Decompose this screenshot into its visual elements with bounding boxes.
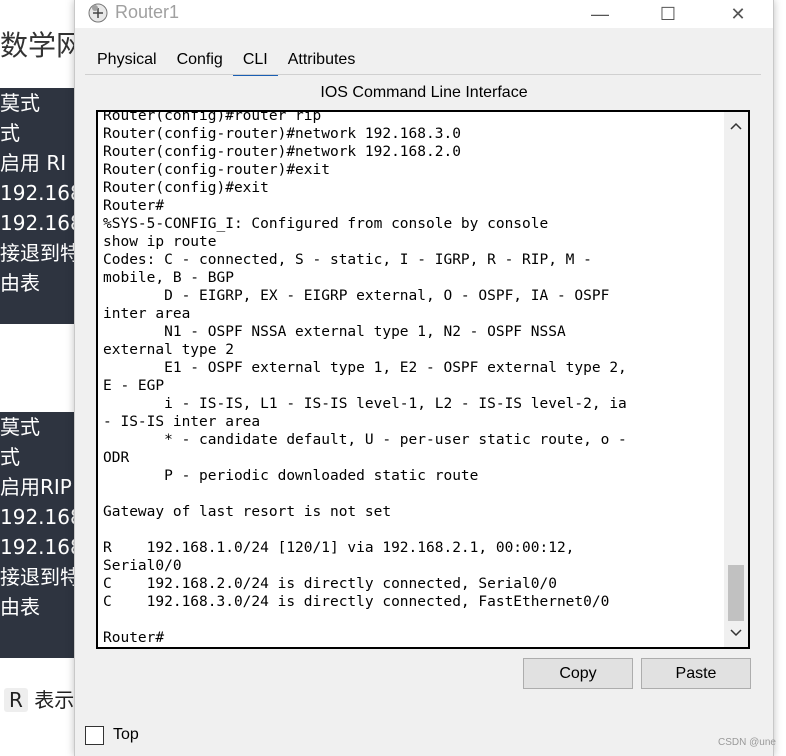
- bg-line: 接退到特: [0, 565, 80, 589]
- terminal-scrollbar[interactable]: [724, 112, 748, 647]
- background-app-edge: [772, 0, 786, 756]
- minimize-icon: —: [591, 3, 609, 24]
- bg-line: 由表: [0, 271, 40, 295]
- copy-button[interactable]: Copy: [523, 658, 633, 689]
- tab-config[interactable]: Config: [166, 46, 233, 74]
- router-window: Router1 — ☐ ✕ Physical Config CLI Attrib…: [74, 0, 774, 756]
- bg-line: 式: [0, 445, 20, 469]
- bg-line: 启用 RI: [0, 151, 67, 175]
- bg-line: 启用RIP: [0, 475, 72, 499]
- bg-line: 接退到特: [0, 241, 80, 265]
- watermark: CSDN @une: [718, 737, 776, 748]
- cli-terminal[interactable]: Router(config)#router rip Router(config-…: [96, 110, 750, 649]
- scroll-up-button[interactable]: [724, 114, 748, 138]
- bg-line: 式: [0, 121, 20, 145]
- tab-cli[interactable]: CLI: [232, 46, 278, 76]
- scroll-down-button[interactable]: [724, 621, 748, 645]
- tab-bar: Physical Config CLI Attributes: [87, 46, 366, 76]
- title-bar[interactable]: Router1 — ☐ ✕: [75, 0, 773, 28]
- background-page-title: 数学网: [0, 29, 85, 62]
- paste-button[interactable]: Paste: [641, 658, 751, 689]
- background-footer: R 表示: [4, 684, 74, 713]
- maximize-button[interactable]: ☐: [645, 0, 691, 28]
- window-title: Router1: [115, 2, 180, 22]
- bg-line: 192.168: [0, 535, 83, 559]
- minimize-button[interactable]: —: [577, 0, 623, 28]
- chevron-down-icon: [730, 629, 742, 637]
- router-app-icon: [88, 3, 108, 23]
- chevron-up-icon: [730, 122, 742, 130]
- bg-line: 由表: [0, 595, 40, 619]
- background-footer-text: 表示: [34, 688, 75, 712]
- tab-physical[interactable]: Physical: [87, 46, 167, 74]
- bg-line: 192.168: [0, 211, 83, 235]
- bg-line: 192.168: [0, 181, 83, 205]
- top-checkbox-label: Top: [113, 726, 139, 743]
- close-button[interactable]: ✕: [715, 0, 761, 28]
- top-checkbox[interactable]: [85, 726, 104, 745]
- bg-line: 莫式: [0, 415, 40, 439]
- tab-attributes[interactable]: Attributes: [277, 46, 366, 74]
- close-icon: ✕: [730, 3, 746, 24]
- route-code-badge: R: [4, 688, 28, 712]
- background-code-block-2: 莫式 式 启用RIP 192.168 192.168 接退到特 由表: [0, 412, 83, 658]
- tab-panel-divider: [85, 74, 761, 75]
- background-code-block-1: 莫式 式 启用 RI 192.168 192.168 接退到特 由表: [0, 88, 83, 324]
- bg-line: 192.168: [0, 505, 83, 529]
- bg-line: 莫式: [0, 91, 40, 115]
- scrollbar-thumb[interactable]: [728, 565, 744, 621]
- cli-output[interactable]: Router(config)#router rip Router(config-…: [103, 112, 723, 647]
- cli-heading: IOS Command Line Interface: [320, 84, 528, 101]
- maximize-icon: ☐: [659, 3, 677, 24]
